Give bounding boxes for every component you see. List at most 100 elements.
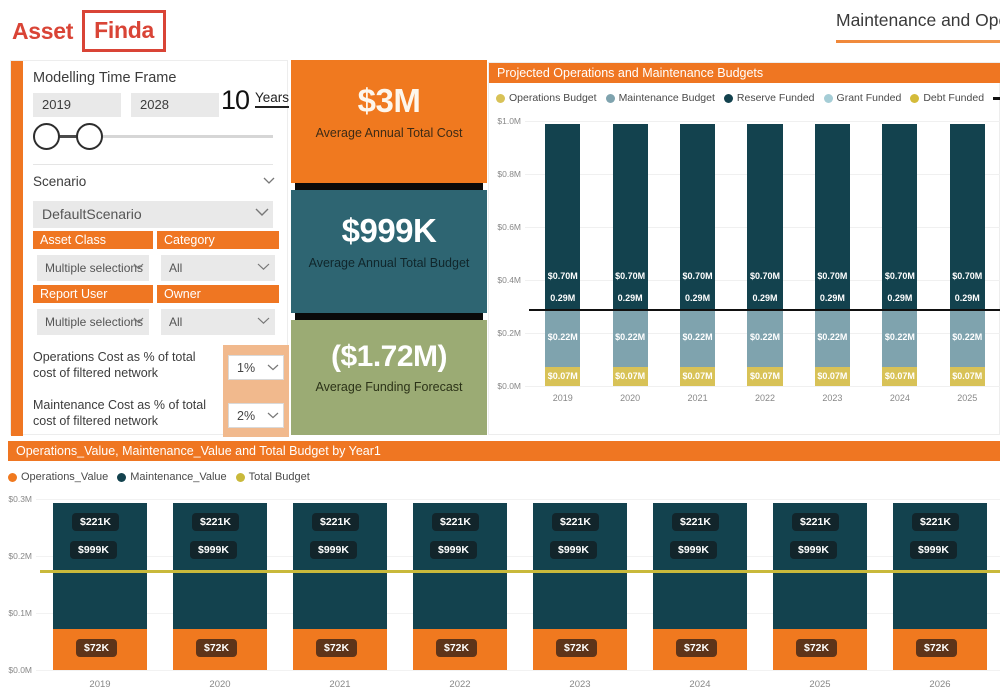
scenario-value-dropdown[interactable]: DefaultScenario [33, 201, 273, 228]
bar-value-label: $0.22M [749, 332, 780, 343]
scenario-value: DefaultScenario [42, 206, 142, 222]
legend-item-reserve-funded[interactable]: Reserve Funded [723, 92, 815, 104]
x-axis-tick-label: 2024 [889, 393, 910, 403]
bar-value-label: $0.07M [952, 370, 983, 381]
bar-value-label: $72K [556, 639, 598, 658]
bar-segment[interactable]: $0.22M [680, 309, 716, 368]
bar-segment[interactable]: $0.07M [545, 367, 581, 386]
app-logo[interactable]: Asset Finda [12, 10, 166, 52]
bar-segment[interactable]: $0.22M [545, 309, 581, 368]
kpi-card-average-annual-total-budget[interactable]: $999K Average Annual Total Budget [291, 190, 487, 313]
bar-segment[interactable]: $0.70M [949, 123, 985, 310]
maintenance-pct-dropdown[interactable]: 2% [228, 403, 284, 428]
legend-item-maintenance-budget[interactable]: Maintenance Budget [605, 92, 715, 104]
bar-segment[interactable]: $0.07M [612, 367, 648, 386]
gridline [36, 670, 1000, 671]
bar-value-label: $0.70M [547, 271, 578, 282]
total-budget-value-label: $999K [430, 541, 477, 560]
bar-value-label: $0.70M [749, 271, 780, 282]
owner-dropdown[interactable]: All [161, 309, 275, 335]
bar-segment[interactable]: $0.22M [814, 309, 850, 368]
legend-item-maintenance-value[interactable]: Maintenance_Value [117, 471, 227, 483]
bar-value-label: $221K [312, 512, 359, 531]
bar-value-label: $221K [912, 512, 959, 531]
x-axis-tick-label: 2020 [209, 679, 231, 690]
total-budget-value-label: $999K [670, 541, 717, 560]
line-series-segment [933, 309, 1000, 312]
maintenance-pct-label: Maintenance Cost as % of total cost of f… [33, 398, 207, 428]
x-axis-tick-label: 2023 [822, 393, 843, 403]
total-budget-value-label: $999K [70, 541, 117, 560]
legend-item-operations-budget[interactable]: Operations Budget [496, 92, 597, 104]
bar-value-label: $0.22M [884, 332, 915, 343]
projected-budgets-legend[interactable]: Operations Budget Maintenance Budget Reser… [496, 89, 1000, 107]
operations-maintenance-chart-title: Operations_Value, Maintenance_Value and … [8, 441, 1000, 461]
bar-segment[interactable]: $0.70M [545, 123, 581, 310]
bar-segment[interactable]: $0.22M [949, 309, 985, 368]
bar-segment[interactable]: $0.70M [747, 123, 783, 310]
legend-item-total-budget[interactable]: Total Budget [235, 471, 310, 483]
legend-item-line-series[interactable]: Op [993, 92, 1000, 104]
time-frame-slider-handle-end[interactable] [76, 123, 103, 150]
legend-item-grant-funded[interactable]: Grant Funded [823, 92, 901, 104]
category-value: All [169, 261, 183, 275]
bar-segment[interactable]: $0.07M [949, 367, 985, 386]
bar-value-label: $0.22M [682, 332, 713, 343]
total-budget-value-label: $999K [190, 541, 237, 560]
page-title-underline [836, 40, 1000, 43]
total-budget-line-segment [40, 570, 160, 574]
x-axis-tick-label: 2019 [89, 679, 111, 690]
line-series-segment [529, 309, 597, 312]
report-user-header: Report User [33, 285, 153, 303]
kpi-card-average-funding-forecast[interactable]: ($1.72M) Average Funding Forecast [291, 320, 487, 435]
y-axis-tick-label: $0.2M [497, 328, 521, 338]
category-header: Category [157, 231, 279, 249]
report-user-dropdown[interactable]: Multiple selections [37, 309, 149, 335]
legend-item-debt-funded[interactable]: Debt Funded [910, 92, 984, 104]
total-budget-value-label: $999K [910, 541, 957, 560]
bar-value-label: $221K [552, 512, 599, 531]
bar-segment[interactable]: $0.22M [882, 309, 918, 368]
scenario-dropdown[interactable]: Scenario [33, 173, 275, 197]
bar-segment[interactable]: $0.70M [680, 123, 716, 310]
bar-segment[interactable]: $0.07M [680, 367, 716, 386]
line-series-segment [663, 309, 732, 312]
total-budget-value-label: $999K [790, 541, 837, 560]
y-axis-tick-label: $0.6M [497, 222, 521, 232]
bar-value-label: $0.70M [952, 271, 983, 282]
bar-segment[interactable]: $0.22M [747, 309, 783, 368]
kpi-separator-1 [295, 183, 483, 190]
category-dropdown[interactable]: All [161, 255, 275, 281]
legend-item-operations-value[interactable]: Operations_Value [8, 471, 108, 483]
legend-label: Reserve Funded [736, 92, 815, 104]
y-axis-tick-label: $1.0M [497, 116, 521, 126]
bar-segment[interactable]: $0.70M [882, 123, 918, 310]
panel-accent-bar [11, 61, 23, 436]
x-axis-tick-label: 2019 [552, 393, 573, 403]
asset-class-dropdown[interactable]: Multiple selections [37, 255, 149, 281]
gridline [525, 386, 1000, 387]
operations-pct-label: Operations Cost as % of total cost of fi… [33, 350, 196, 380]
bar-segment[interactable]: $0.07M [814, 367, 850, 386]
asset-class-header: Asset Class [33, 231, 153, 249]
bar-segment[interactable]: $0.07M [882, 367, 918, 386]
year-to-input[interactable]: 2028 [131, 93, 219, 117]
bar-value-label: $221K [432, 512, 479, 531]
operations-pct-dropdown[interactable]: 1% [228, 355, 284, 380]
time-frame-slider-handle-start[interactable] [33, 123, 60, 150]
operations-maintenance-legend[interactable]: Operations_Value Maintenance_Value Total B… [8, 469, 319, 485]
kpi-card-average-annual-total-cost[interactable]: $3M Average Annual Total Cost [291, 60, 487, 183]
kpi-value: $3M [357, 82, 421, 119]
panel-divider [33, 164, 273, 165]
year-from-input[interactable]: 2019 [33, 93, 121, 117]
bar-segment[interactable]: $0.70M [814, 123, 850, 310]
bar-segment[interactable]: $0.22M [612, 309, 648, 368]
x-axis-tick-label: 2021 [687, 393, 708, 403]
x-axis-tick-label: 2022 [449, 679, 471, 690]
x-axis-tick-label: 2021 [329, 679, 351, 690]
legend-swatch-icon [235, 472, 245, 482]
bar-segment[interactable]: $0.70M [612, 123, 648, 310]
bar-value-label: $72K [916, 639, 958, 658]
line-series-segment [596, 309, 664, 312]
bar-segment[interactable]: $0.07M [747, 367, 783, 386]
